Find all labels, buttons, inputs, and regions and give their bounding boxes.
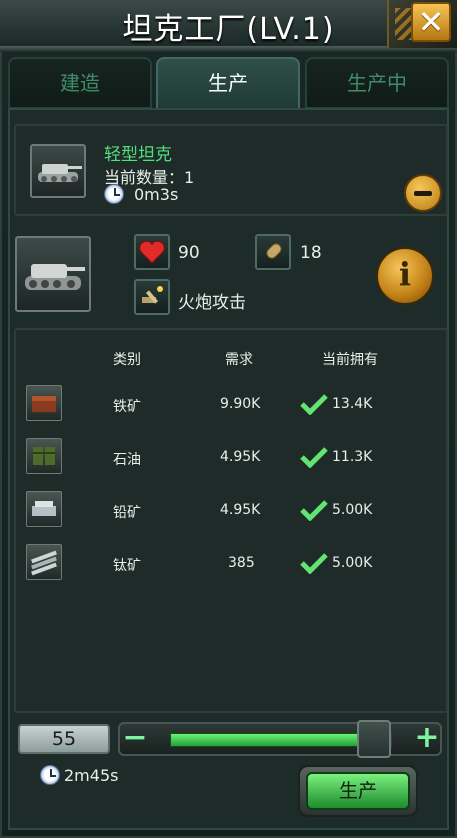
produce-button-label: 生产 [306, 772, 410, 810]
column-header-owned: 当前拥有 [322, 352, 378, 368]
total-time: 2m45s [64, 766, 119, 785]
unit-attack-type: 火炮攻击 [178, 293, 246, 313]
shell-icon [255, 234, 291, 270]
remove-button[interactable] [404, 174, 442, 212]
hp-heart-icon [134, 234, 170, 270]
resource-table: 类别 需求 当前拥有 铁矿 9.90K 13.4K 石油 4.95K 11.3K… [14, 328, 448, 713]
minus-icon [414, 191, 432, 196]
titanium-rods-icon [26, 544, 62, 580]
title-bar: 坦克工厂(LV.1) ✕ [0, 0, 457, 52]
info-icon: i [398, 255, 412, 293]
resource-owned: 11.3K [332, 449, 373, 465]
tank-icon [38, 164, 82, 182]
check-icon [300, 394, 328, 415]
resource-required: 4.95K [220, 449, 261, 465]
info-button[interactable]: i [376, 247, 434, 305]
queued-unit-thumbnail [30, 144, 86, 198]
resource-name: 钛矿 [113, 558, 141, 574]
check-icon [300, 553, 328, 574]
tab-build[interactable]: 建造 [8, 57, 152, 109]
resource-owned: 5.00K [332, 555, 373, 571]
tab-bar: 建造 生产 生产中 [8, 57, 449, 113]
close-button[interactable]: ✕ [387, 0, 457, 48]
tab-produce[interactable]: 生产 [156, 57, 300, 113]
produce-button[interactable]: 生产 [298, 765, 418, 817]
check-icon [300, 500, 328, 521]
lead-ingot-icon [26, 491, 62, 527]
clock-icon [40, 765, 60, 785]
queued-time: 0m3s [134, 185, 179, 204]
slider-handle[interactable] [357, 720, 391, 758]
resource-required: 385 [228, 555, 255, 571]
close-icon[interactable]: ✕ [411, 2, 451, 42]
unit-hp: 90 [178, 243, 200, 263]
oil-barrel-icon [26, 438, 62, 474]
cannon-icon [134, 279, 170, 315]
unit-thumbnail [15, 236, 91, 312]
tank-icon [25, 264, 85, 290]
resource-name: 铁矿 [113, 399, 141, 415]
iron-ore-icon [26, 385, 62, 421]
resource-required: 4.95K [220, 502, 261, 518]
clock-icon [104, 184, 124, 204]
resource-owned: 5.00K [332, 502, 373, 518]
check-icon [300, 447, 328, 468]
queue-card: 轻型坦克 当前数量：1 0m3s [14, 124, 448, 216]
column-header-required: 需求 [225, 352, 253, 368]
quantity-slider[interactable]: − + [118, 720, 442, 758]
decrease-button[interactable]: − [120, 723, 150, 754]
increase-button[interactable]: + [412, 723, 442, 754]
unit-attack: 18 [300, 243, 322, 263]
slider-fill [170, 733, 374, 747]
quantity-field[interactable]: 55 [18, 724, 110, 754]
tab-in-production[interactable]: 生产中 [305, 57, 449, 109]
resource-name: 铅矿 [113, 505, 141, 521]
resource-name: 石油 [113, 452, 141, 468]
resource-owned: 13.4K [332, 396, 373, 412]
queued-unit-name: 轻型坦克 [104, 145, 172, 165]
column-header-category: 类别 [113, 352, 141, 368]
resource-required: 9.90K [220, 396, 261, 412]
